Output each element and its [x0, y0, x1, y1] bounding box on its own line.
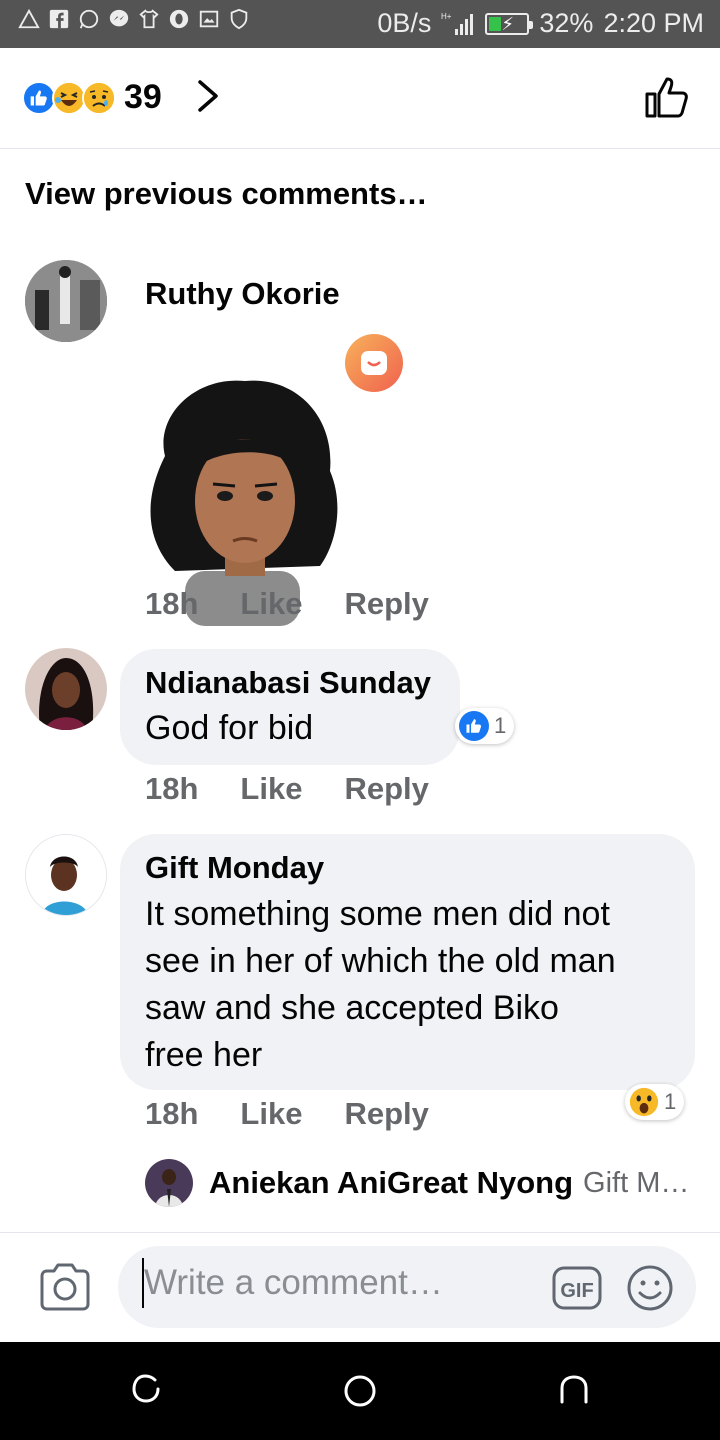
avatar[interactable] — [25, 648, 107, 730]
comment-text: God for bid — [145, 709, 314, 747]
signal-icon: H+ — [441, 12, 474, 35]
home-icon[interactable] — [343, 1374, 377, 1408]
reply-button[interactable]: Reply — [344, 1096, 428, 1131]
reaction-badge[interactable]: 1 — [455, 708, 515, 744]
shield-icon — [230, 8, 248, 30]
opera-icon — [169, 9, 189, 29]
comment-meta: 18h Like Reply — [145, 1096, 471, 1132]
camera-icon[interactable] — [38, 1262, 92, 1312]
status-right: 0B/s H+ ⚡ 32% 2:20 PM — [377, 8, 704, 39]
commenter-name[interactable]: Ruthy Okorie — [145, 276, 340, 312]
reaction-count: 1 — [664, 1089, 677, 1114]
view-previous-comments-link[interactable]: View previous comments… — [25, 176, 428, 212]
commenter-name[interactable]: Ndianabasi Sunday — [145, 665, 431, 701]
chevron-right-icon[interactable] — [190, 76, 226, 116]
svg-text:GIF: GIF — [560, 1280, 593, 1302]
reaction-summary[interactable]: 39 — [22, 78, 162, 117]
sticker-badge-icon — [345, 334, 403, 392]
comment-text: It something some men did not see in her… — [145, 891, 616, 1079]
reply-button[interactable]: Reply — [344, 586, 428, 621]
messenger-icon — [109, 9, 129, 27]
facebook-icon — [49, 9, 69, 29]
reply-snippet: Gift M… — [583, 1166, 690, 1199]
reply-preview[interactable]: Aniekan AniGreat Nyong Gift M… — [145, 1159, 689, 1207]
comment-time: 18h — [145, 771, 199, 806]
comments-sheet: 39 View previous comments… Ruthy Okorie … — [0, 48, 720, 1342]
reply-author-name: Aniekan AniGreat Nyong — [209, 1165, 574, 1200]
like-post-icon[interactable] — [644, 74, 690, 120]
like-button[interactable]: Like — [240, 586, 302, 621]
back-icon[interactable] — [558, 1374, 590, 1404]
shirt-icon — [139, 9, 159, 29]
comment-meta: 18h Like Reply — [145, 586, 471, 622]
whatsapp-icon — [79, 9, 99, 29]
gif-icon[interactable]: GIF — [552, 1266, 602, 1310]
like-reaction-icon — [22, 80, 56, 115]
reactions-header: 39 — [0, 48, 720, 149]
haha-reaction-icon — [52, 80, 86, 115]
commenter-name[interactable]: Gift Monday — [145, 850, 324, 886]
comment-meta: 18h Like Reply — [145, 771, 471, 807]
reaction-count: 1 — [494, 713, 507, 738]
clock: 2:20 PM — [603, 8, 704, 38]
comment-time: 18h — [145, 1096, 199, 1131]
reply-button[interactable]: Reply — [344, 771, 428, 806]
reaction-badge[interactable]: 1 — [625, 1084, 685, 1120]
battery-percent: 32% — [539, 8, 594, 38]
avatar[interactable] — [25, 260, 107, 342]
avatar[interactable] — [25, 834, 107, 916]
battery-icon: ⚡ — [485, 12, 534, 35]
battery-level — [489, 16, 501, 31]
navigation-bar — [0, 1342, 720, 1440]
comment-line: see in her of which the old man — [145, 942, 616, 980]
avatar — [145, 1159, 193, 1207]
comment-input[interactable]: Write a comment… GIF — [118, 1246, 696, 1328]
comment-input-placeholder: Write a comment… — [144, 1263, 443, 1302]
comment-bubble[interactable]: Gift Monday It something some men did no… — [120, 834, 695, 1090]
sad-reaction-icon — [82, 80, 116, 115]
image-icon — [199, 10, 219, 28]
comment-line: saw and she accepted Biko — [145, 989, 559, 1027]
notification-icons — [18, 8, 250, 30]
recent-apps-icon[interactable] — [131, 1374, 161, 1404]
like-button[interactable]: Like — [240, 771, 302, 806]
like-reaction-icon — [459, 711, 489, 741]
status-bar: 0B/s H+ ⚡ 32% 2:20 PM — [0, 0, 720, 48]
network-speed: 0B/s — [377, 8, 432, 38]
warning-icon — [18, 8, 40, 29]
emoji-icon[interactable] — [626, 1264, 674, 1312]
comment-line: free her — [145, 1036, 263, 1074]
comment-time: 18h — [145, 586, 199, 621]
comment-bubble[interactable]: Ndianabasi Sunday God for bid — [120, 649, 460, 765]
wow-reaction-icon — [629, 1087, 659, 1117]
like-button[interactable]: Like — [240, 1096, 302, 1131]
charging-icon: ⚡ — [501, 13, 515, 34]
comment-line: It something some men did not — [145, 895, 610, 933]
reaction-count: 39 — [124, 78, 162, 116]
svg-text:H+: H+ — [441, 12, 452, 21]
